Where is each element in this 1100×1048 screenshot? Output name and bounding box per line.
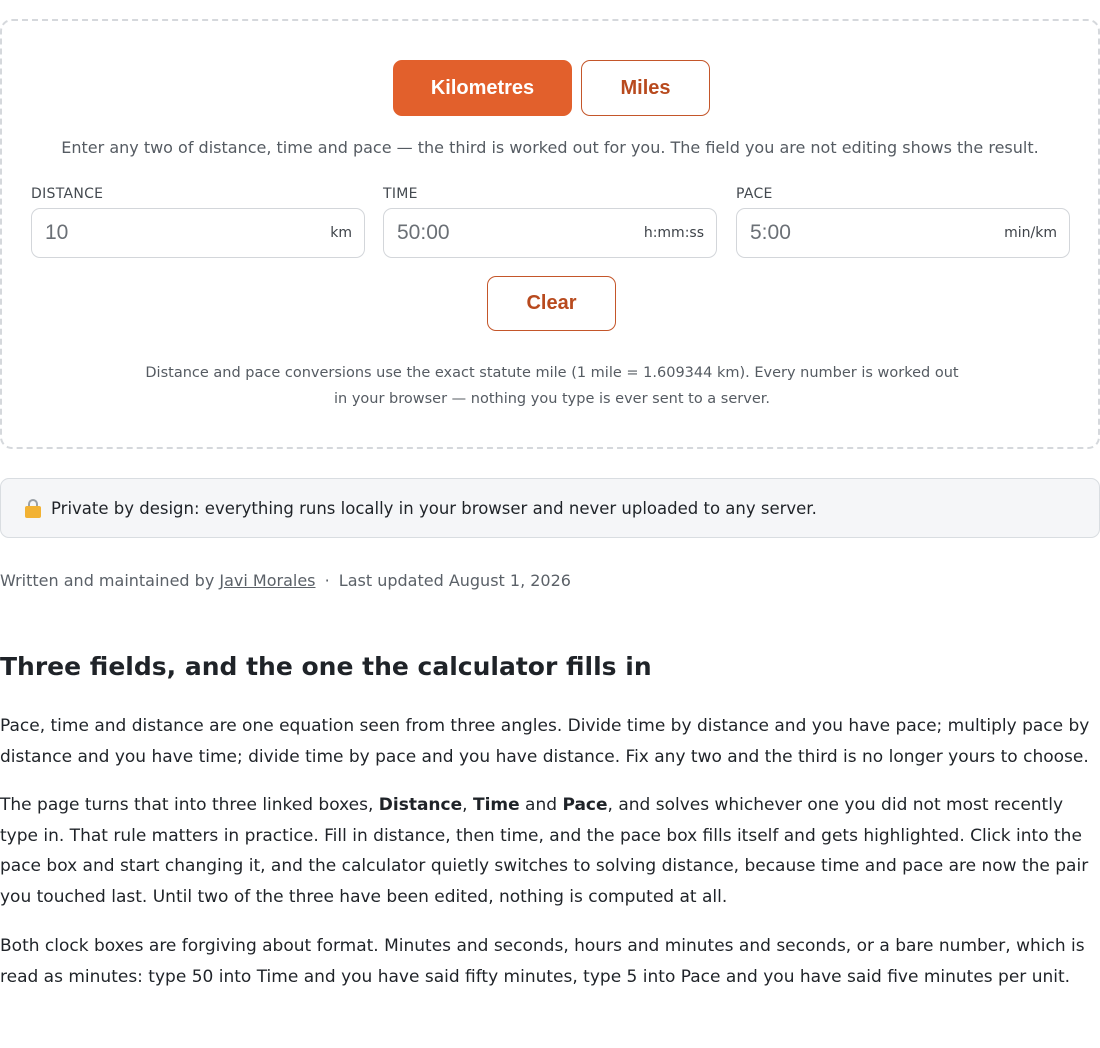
pace-field-group: PACE min/km xyxy=(736,185,1070,258)
author-link[interactable]: Javi Morales xyxy=(219,571,315,590)
byline-prefix: Written and maintained by xyxy=(0,571,215,590)
time-label: TIME xyxy=(383,186,418,202)
unit-toggle: Kilometres Miles xyxy=(2,60,1098,116)
distance-unit: km xyxy=(330,225,352,241)
privacy-text: Private by design: everything runs local… xyxy=(51,498,817,518)
byline: Written and maintained by Javi Morales ·… xyxy=(0,570,571,592)
article-paragraph: Both clock boxes are forgiving about for… xyxy=(0,936,1085,987)
pace-label: PACE xyxy=(736,186,773,202)
article-paragraph: Pace, time and distance are one equation… xyxy=(0,716,1090,767)
time-field[interactable]: h:mm:ss xyxy=(383,208,717,258)
time-term: Time xyxy=(472,795,520,815)
time-input[interactable] xyxy=(397,209,617,257)
time-unit: h:mm:ss xyxy=(643,225,704,241)
pace-field[interactable]: min/km xyxy=(736,208,1070,258)
pace-term: Pace xyxy=(562,795,608,815)
distance-term: Distance xyxy=(378,795,463,815)
byline-separator: · xyxy=(324,571,330,590)
lock-icon xyxy=(23,498,43,518)
article-paragraph: The page turns that into three linked bo… xyxy=(0,795,1089,907)
distance-input[interactable] xyxy=(45,209,265,257)
distance-field-group: DISTANCE km xyxy=(31,185,365,258)
pace-unit: min/km xyxy=(1004,225,1057,241)
kilometres-button[interactable]: Kilometres xyxy=(393,60,572,116)
time-field-group: TIME h:mm:ss xyxy=(383,185,717,258)
distance-field[interactable]: km xyxy=(31,208,365,258)
instructions-text: Enter any two of distance, time and pace… xyxy=(61,138,1039,157)
calculator-panel: Kilometres Miles Enter any two of distan… xyxy=(0,19,1100,449)
clear-button[interactable]: Clear xyxy=(487,276,616,331)
conversion-footnote: Distance and pace conversions use the ex… xyxy=(145,365,959,407)
section-heading: Three fields, and the one the calculator… xyxy=(0,652,652,681)
distance-label: DISTANCE xyxy=(31,186,104,202)
privacy-banner: Private by design: everything runs local… xyxy=(0,478,1100,538)
miles-button[interactable]: Miles xyxy=(581,60,710,116)
last-updated: Last updated August 1, 2026 xyxy=(338,571,571,590)
pace-input[interactable] xyxy=(750,209,970,257)
